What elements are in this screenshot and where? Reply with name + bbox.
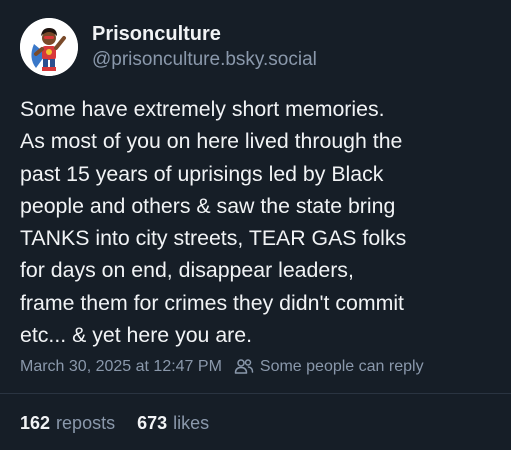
reposts-stat[interactable]: 162 reposts <box>20 413 115 434</box>
post-stats: 162 reposts 673 likes <box>20 413 209 434</box>
post-card: Prisonculture @prisonculture.bsky.social… <box>0 0 511 450</box>
divider <box>0 393 511 394</box>
superhero-avatar-icon <box>20 18 78 76</box>
post-timestamp[interactable]: March 30, 2025 at 12:47 PM <box>20 358 222 376</box>
likes-label: likes <box>173 413 210 433</box>
reposts-count: 162 <box>20 413 51 433</box>
author-handle[interactable]: @prisonculture.bsky.social <box>92 48 317 72</box>
post-meta: March 30, 2025 at 12:47 PM Some people c… <box>20 357 424 377</box>
author-names: Prisonculture @prisonculture.bsky.social <box>92 22 317 72</box>
people-icon <box>234 359 254 374</box>
avatar[interactable] <box>20 18 78 76</box>
post-text: Some have extremely short memories. As m… <box>20 97 407 348</box>
post-header: Prisonculture @prisonculture.bsky.social <box>20 18 317 76</box>
likes-count: 673 <box>137 413 168 433</box>
author-display-name[interactable]: Prisonculture <box>92 22 317 46</box>
reposts-label: reposts <box>56 413 116 433</box>
reply-setting[interactable]: Some people can reply <box>260 358 424 376</box>
likes-stat[interactable]: 673 likes <box>137 413 209 434</box>
